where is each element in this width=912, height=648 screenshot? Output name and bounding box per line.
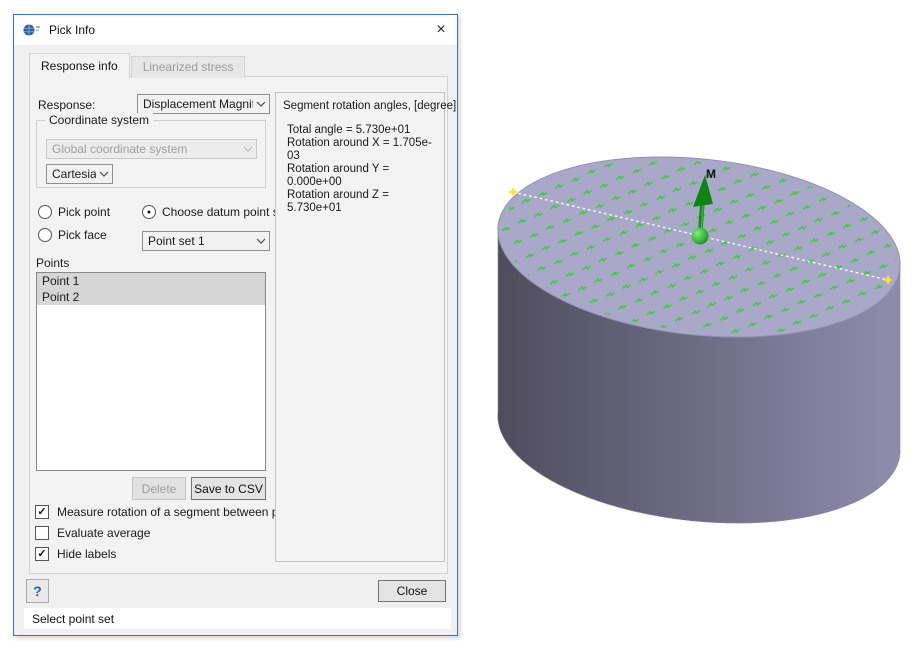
- checkbox-evaluate-average-label: Evaluate average: [57, 526, 150, 540]
- pick-info-dialog: Pick Info × Response info Linearized str…: [13, 14, 458, 636]
- coordinate-system-group: Coordinate system Global coordinate syst…: [36, 120, 266, 188]
- checkbox-measure-rotation[interactable]: ✓ Measure rotation of a segment between …: [35, 505, 304, 519]
- cartesian-dropdown[interactable]: Cartesian: [46, 164, 113, 184]
- points-list[interactable]: Point 1 Point 2: [36, 272, 266, 471]
- result-total-angle: Total angle = 5.730e+01: [287, 124, 444, 137]
- checkbox-check-icon: ✓: [35, 547, 49, 561]
- checkbox-evaluate-average[interactable]: Evaluate average: [35, 526, 150, 540]
- results-panel-title: Segment rotation angles, [degree]: [276, 93, 444, 112]
- radio-circle: [38, 228, 52, 242]
- radio-pick-point[interactable]: Pick point: [38, 205, 110, 219]
- pick-info-icon: [23, 23, 41, 37]
- radio-choose-datum-label: Choose datum point set: [162, 205, 289, 219]
- checkbox-check-icon: ✓: [35, 505, 49, 519]
- radio-pick-face[interactable]: Pick face: [38, 228, 107, 242]
- radio-circle: [38, 205, 52, 219]
- moment-arrow-label: M: [706, 167, 716, 181]
- center-point-sphere[interactable]: [692, 228, 709, 245]
- screen: M Pick Info × Response info Lineariz: [0, 0, 912, 648]
- chevron-down-icon: [253, 101, 269, 107]
- status-bar-text: Select point set: [32, 612, 114, 626]
- radio-choose-datum-point-set[interactable]: ● Choose datum point set: [142, 205, 289, 219]
- radio-pick-point-label: Pick point: [58, 205, 110, 219]
- response-label: Response:: [38, 98, 95, 112]
- list-item[interactable]: Point 1: [37, 273, 265, 289]
- chevron-down-icon: [96, 171, 112, 177]
- chevron-down-icon: [253, 238, 269, 244]
- segment-rotation-results-panel: Segment rotation angles, [degree] Total …: [275, 92, 445, 562]
- dialog-title: Pick Info: [49, 23, 95, 37]
- tab-linearized-stress[interactable]: Linearized stress: [131, 56, 246, 78]
- result-rotation-y: Rotation around Y = 0.000e+00: [287, 163, 444, 189]
- points-label: Points: [36, 256, 69, 270]
- dialog-titlebar[interactable]: Pick Info ×: [14, 15, 457, 45]
- titlebar-close-button[interactable]: ×: [425, 15, 457, 45]
- status-bar: Select point set: [24, 608, 451, 629]
- checkbox-hide-labels[interactable]: ✓ Hide labels: [35, 547, 116, 561]
- checkbox-hide-labels-label: Hide labels: [57, 547, 116, 561]
- checkbox-measure-rotation-label: Measure rotation of a segment between po…: [57, 505, 304, 519]
- tab-response-info[interactable]: Response info: [29, 53, 130, 78]
- global-coordinate-system-dropdown: Global coordinate system: [46, 139, 257, 159]
- list-item[interactable]: Point 2: [37, 289, 265, 305]
- response-dropdown-value: Displacement Magnitude: [138, 97, 253, 111]
- result-rotation-x: Rotation around X = 1.705e-03: [287, 137, 444, 163]
- cartesian-dropdown-value: Cartesian: [47, 167, 96, 181]
- checkbox-check-icon: [35, 526, 49, 540]
- response-info-tab-page: Response: Displacement Magnitude Coordin…: [29, 76, 448, 574]
- radio-pick-face-label: Pick face: [58, 228, 107, 242]
- coordinate-system-group-label: Coordinate system: [45, 113, 153, 127]
- close-button[interactable]: Close: [378, 580, 446, 602]
- tab-strip: Response info Linearized stress: [29, 54, 246, 77]
- close-icon: ×: [436, 21, 445, 39]
- point-set-dropdown-value: Point set 1: [143, 234, 253, 248]
- chevron-down-icon: [240, 146, 256, 152]
- result-rotation-z: Rotation around Z = 5.730e+01: [287, 189, 444, 215]
- point-set-dropdown[interactable]: Point set 1: [142, 231, 270, 251]
- radio-circle: ●: [142, 205, 156, 219]
- global-coordinate-system-value: Global coordinate system: [47, 142, 240, 156]
- response-dropdown[interactable]: Displacement Magnitude: [137, 94, 270, 114]
- help-button[interactable]: ?: [26, 579, 49, 603]
- save-to-csv-button[interactable]: Save to CSV: [191, 477, 266, 500]
- delete-button: Delete: [132, 477, 186, 500]
